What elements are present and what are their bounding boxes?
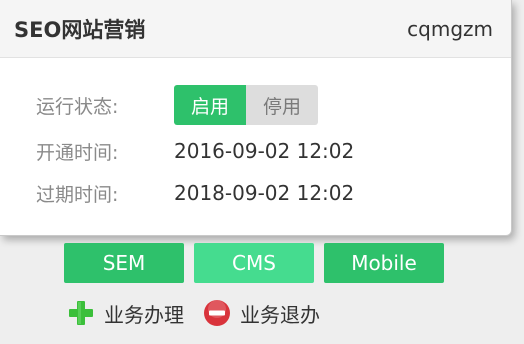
expire-time-value: 2018-09-02 12:02 [174, 181, 355, 205]
disable-button[interactable]: 停用 [246, 85, 318, 125]
tag-cms[interactable]: CMS [194, 243, 314, 283]
service-card: SEO网站营销 cqmgzm 运行状态: 启用 停用 开通时间: 2016-09… [0, 0, 512, 236]
handle-business-button[interactable]: 业务办理 [66, 298, 184, 328]
status-row: 运行状态: 启用 停用 [36, 85, 318, 125]
expire-time-row: 过期时间: 2018-09-02 12:02 [36, 176, 354, 210]
enable-button[interactable]: 启用 [174, 85, 246, 125]
service-title: SEO网站营销 [14, 17, 146, 42]
account-name: cqmgzm [407, 16, 493, 41]
action-row: 业务办理 业务退办 [66, 298, 338, 328]
cancel-business-label: 业务退办 [240, 302, 320, 327]
plus-icon [66, 298, 96, 328]
open-time-label: 开通时间: [36, 141, 119, 164]
expire-time-label: 过期时间: [36, 183, 119, 206]
open-time-value: 2016-09-02 12:02 [174, 139, 355, 163]
tag-sem[interactable]: SEM [64, 243, 184, 283]
product-tags: SEM CMS Mobile [64, 243, 444, 283]
cancel-business-button[interactable]: 业务退办 [202, 298, 320, 328]
status-label: 运行状态: [36, 95, 119, 118]
open-time-row: 开通时间: 2016-09-02 12:02 [36, 134, 354, 168]
card-header: SEO网站营销 cqmgzm [0, 0, 511, 58]
tag-mobile[interactable]: Mobile [324, 243, 444, 283]
handle-business-label: 业务办理 [104, 302, 184, 327]
status-toggle[interactable]: 启用 停用 [174, 85, 318, 125]
minus-circle-icon [202, 298, 232, 328]
